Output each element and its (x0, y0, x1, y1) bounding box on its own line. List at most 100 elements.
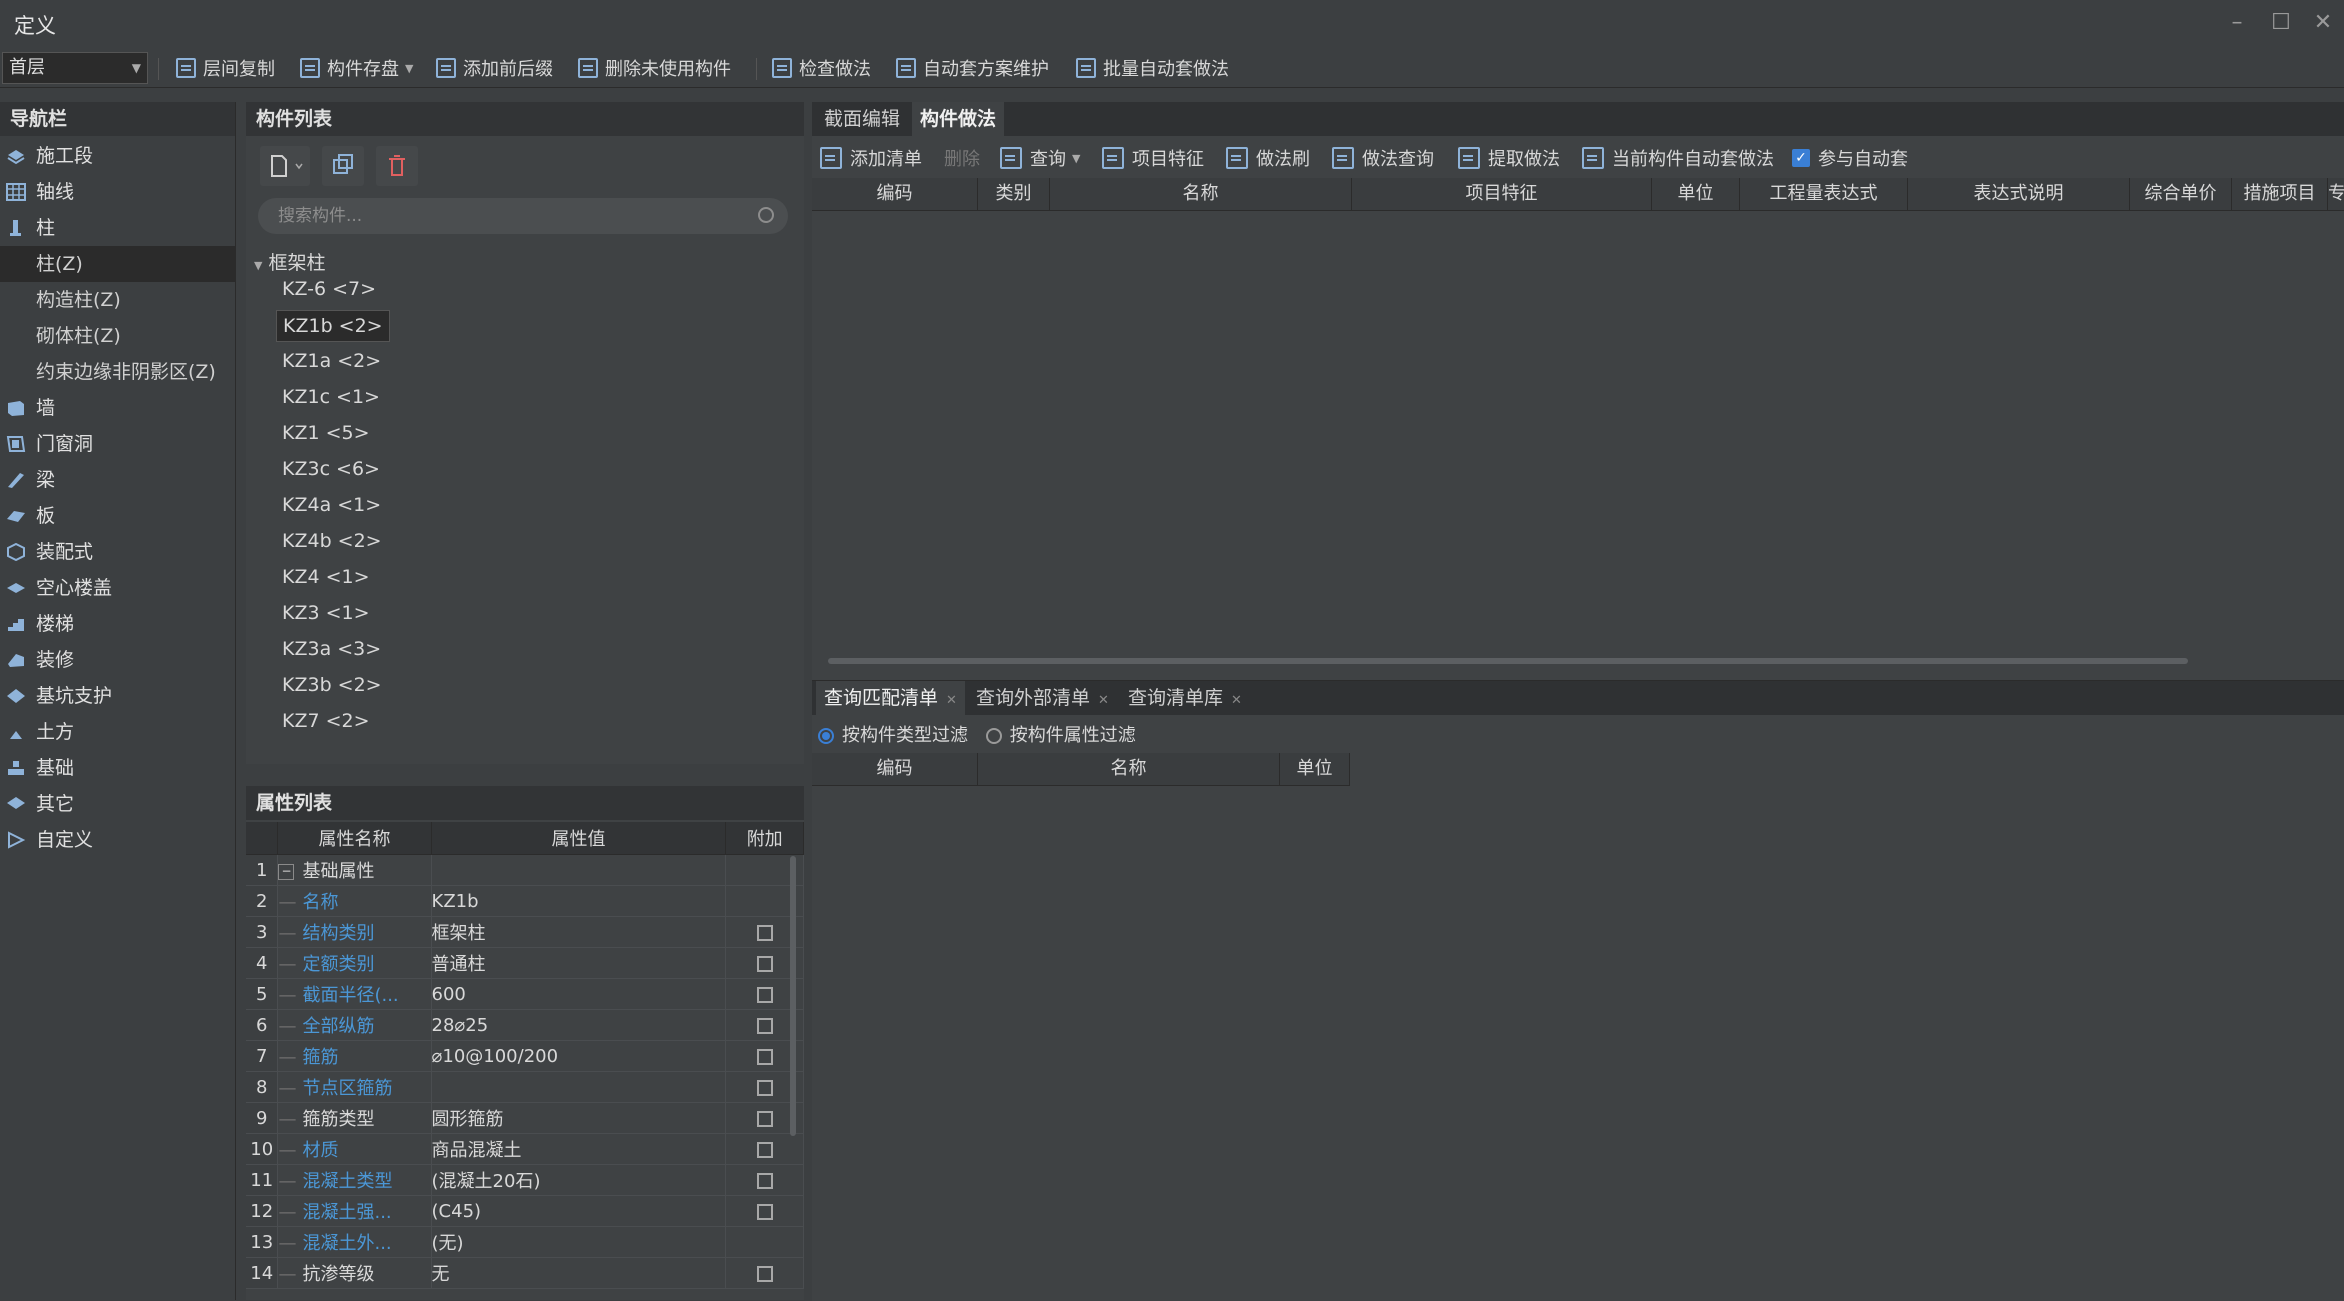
property-value[interactable]: 商品混凝土 (431, 1133, 727, 1165)
close-button[interactable]: ✕ (2308, 10, 2338, 36)
nav-item-construct-column[interactable]: 构造柱(Z) (0, 282, 236, 318)
property-value[interactable]: KZ1b (431, 885, 727, 917)
filter-by-type-radio[interactable]: 按构件类型过滤 (818, 725, 968, 746)
method-brush-button[interactable]: 做法刷 (1226, 144, 1310, 172)
delete-button[interactable]: 删除 (944, 144, 980, 172)
component-item[interactable]: KZ4 <1> (276, 562, 376, 592)
property-name-link[interactable]: 材质 (302, 1140, 338, 1161)
component-item[interactable]: KZ3c <6> (276, 454, 386, 484)
property-value[interactable]: (C45) (431, 1195, 727, 1227)
nav-item-earthwork[interactable]: 土方 (0, 714, 236, 750)
property-value[interactable]: (混凝土20石) (431, 1164, 727, 1196)
col-special[interactable]: 专 (2328, 178, 2344, 210)
add-bill-button[interactable]: 添加清单 (820, 144, 922, 172)
tab-component-method[interactable]: 构件做法 (912, 102, 1005, 136)
property-value[interactable]: 圆形箍筋 (431, 1102, 727, 1134)
nav-item-construction-section[interactable]: 施工段 (0, 138, 236, 174)
tab-external-bill[interactable]: 查询外部清单 ✕ (968, 681, 1117, 715)
nav-item-column-z[interactable]: 柱(Z) (0, 246, 236, 282)
tree-group-frame-column[interactable]: ▼ 框架柱 (254, 248, 325, 275)
close-icon[interactable]: ✕ (1098, 693, 1109, 708)
delete-component-button[interactable] (376, 146, 418, 186)
property-name-link[interactable]: 结构类别 (302, 923, 374, 944)
extra-checkbox[interactable] (756, 1079, 773, 1096)
close-icon[interactable]: ✕ (1231, 693, 1242, 708)
col-code[interactable]: 编码 (812, 753, 978, 785)
nav-item-slab[interactable]: 板 (0, 498, 236, 534)
nav-item-edge-zone[interactable]: 约束边缘非阴影区(Z) (0, 354, 236, 390)
property-name-link[interactable]: 混凝土类型 (302, 1171, 392, 1192)
property-name-link[interactable]: 截面半径(... (302, 985, 398, 1006)
copy-component-button[interactable] (322, 146, 364, 186)
save-component-button[interactable]: 构件存盘 ▼ (300, 54, 413, 82)
col-name[interactable]: 名称 (1050, 178, 1352, 210)
component-item[interactable]: KZ3a <3> (276, 634, 387, 664)
auto-scheme-button[interactable]: 自动套方案维护 (896, 54, 1049, 82)
tab-section-edit[interactable]: 截面编辑 (816, 102, 908, 136)
auto-apply-current-button[interactable]: 当前构件自动套做法 (1582, 144, 1774, 172)
property-value[interactable]: (无) (431, 1226, 727, 1258)
close-icon[interactable]: ✕ (946, 693, 957, 708)
nav-item-prefab[interactable]: 装配式 (0, 534, 236, 570)
component-item[interactable]: KZ1a <2> (276, 346, 387, 376)
property-value[interactable]: 600 (431, 978, 727, 1010)
collapse-icon[interactable]: − (278, 864, 295, 880)
extra-checkbox[interactable] (756, 986, 773, 1003)
check-method-button[interactable]: 检查做法 (772, 54, 871, 82)
tab-bill-library[interactable]: 查询清单库 ✕ (1120, 681, 1250, 715)
participate-auto-checkbox[interactable]: ✓ 参与自动套 (1792, 144, 1908, 172)
col-expression[interactable]: 工程量表达式 (1740, 178, 1908, 210)
property-extra-header[interactable]: 附加 (725, 822, 804, 855)
component-item[interactable]: KZ4b <2> (276, 526, 388, 556)
property-name-link[interactable]: 节点区箍筋 (302, 1078, 392, 1099)
nav-item-other[interactable]: 其它 (0, 786, 236, 822)
property-name-link[interactable]: 混凝土强... (302, 1202, 391, 1223)
component-item[interactable]: KZ3b <2> (276, 670, 388, 700)
col-unit-price[interactable]: 综合单价 (2130, 178, 2232, 210)
chevron-down-icon[interactable]: ▼ (405, 62, 413, 75)
extra-checkbox[interactable] (756, 924, 773, 941)
component-item[interactable]: KZ1 <5> (276, 418, 376, 448)
component-item[interactable]: KZ1c <1> (276, 382, 386, 412)
extra-checkbox[interactable] (756, 1265, 773, 1282)
vertical-scrollbar[interactable] (790, 856, 796, 1136)
component-item[interactable]: KZ7 <2> (276, 706, 376, 736)
property-value-header[interactable]: 属性值 (431, 822, 727, 855)
property-name-link[interactable]: 名称 (302, 892, 338, 913)
nav-item-wall[interactable]: 墙 (0, 390, 236, 426)
chevron-down-icon[interactable]: ▼ (1072, 152, 1080, 165)
item-features-button[interactable]: 项目特征 (1102, 144, 1204, 172)
property-value[interactable]: ⌀10@100/200 (431, 1040, 727, 1072)
col-name[interactable]: 名称 (978, 753, 1280, 785)
property-name-link[interactable]: 全部纵筋 (302, 1016, 374, 1037)
col-features[interactable]: 项目特征 (1352, 178, 1652, 210)
col-code[interactable]: 编码 (812, 178, 978, 210)
method-query-button[interactable]: 做法查询 (1332, 144, 1434, 172)
extra-checkbox[interactable] (756, 1110, 773, 1127)
col-unit[interactable]: 单位 (1280, 753, 1350, 785)
property-group[interactable]: − 基础属性 (277, 854, 432, 886)
property-name-link[interactable]: 混凝土外... (302, 1233, 391, 1254)
horizontal-scrollbar[interactable] (828, 658, 2188, 664)
col-measure[interactable]: 措施项目 (2232, 178, 2328, 210)
extra-checkbox[interactable] (756, 1017, 773, 1034)
extract-method-button[interactable]: 提取做法 (1458, 144, 1560, 172)
nav-item-foundation[interactable]: 基础 (0, 750, 236, 786)
nav-item-custom[interactable]: 自定义 (0, 822, 236, 858)
nav-item-masonry-column[interactable]: 砌体柱(Z) (0, 318, 236, 354)
component-item[interactable]: KZ-6 <7> (276, 274, 382, 304)
col-expression-desc[interactable]: 表达式说明 (1908, 178, 2130, 210)
extra-checkbox[interactable] (756, 1172, 773, 1189)
query-button[interactable]: 查询 ▼ (1000, 144, 1080, 172)
property-value[interactable]: 框架柱 (431, 916, 727, 948)
property-name-link[interactable]: 定额类别 (302, 954, 374, 975)
component-item-selected[interactable]: KZ1b <2> (276, 310, 390, 342)
extra-checkbox[interactable] (756, 955, 773, 972)
batch-auto-method-button[interactable]: 批量自动套做法 (1076, 54, 1229, 82)
extra-checkbox[interactable] (756, 1141, 773, 1158)
property-name-header[interactable]: 属性名称 (277, 822, 432, 855)
add-prefix-suffix-button[interactable]: 添加前后缀 (436, 54, 553, 82)
maximize-button[interactable]: ☐ (2266, 10, 2296, 36)
component-search-input[interactable]: 搜索构件... (258, 198, 788, 234)
property-value[interactable]: 无 (431, 1257, 727, 1289)
